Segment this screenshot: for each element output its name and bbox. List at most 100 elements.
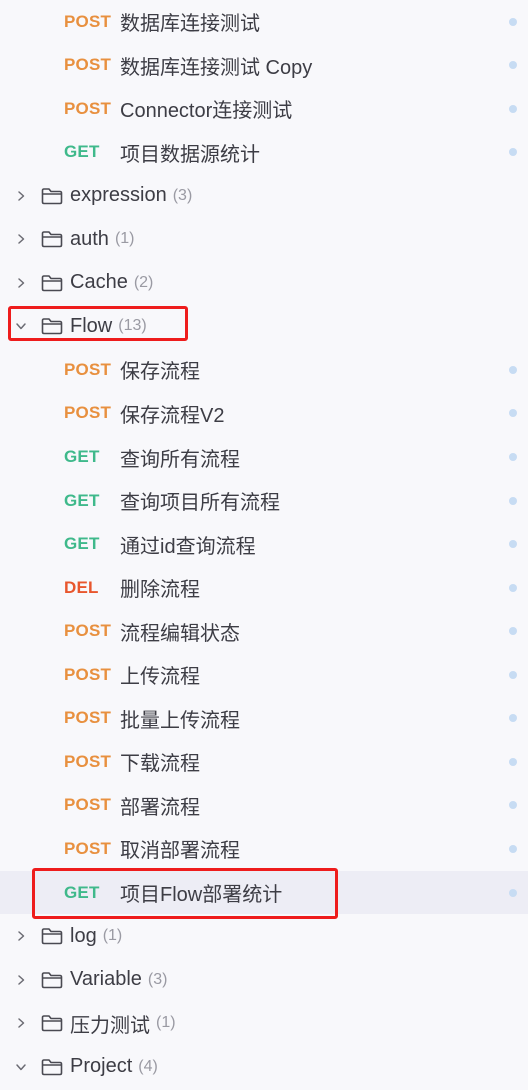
request-item[interactable]: POST 下载流程 [0, 740, 528, 783]
status-dot-icon [509, 104, 517, 113]
folder-name: auth [70, 227, 109, 250]
status-dot-icon [509, 583, 517, 592]
method-badge: POST [64, 708, 112, 728]
folder-item[interactable]: auth (1) [0, 218, 528, 261]
folder-name: Cache [70, 271, 128, 294]
status-dot-icon [509, 453, 517, 461]
folder-count: (4) [138, 1057, 158, 1075]
chevron-right-icon[interactable] [14, 189, 40, 203]
method-badge: POST [64, 359, 112, 379]
folder-item[interactable]: 压力测试 (1) [0, 1002, 528, 1045]
method-badge: POST [64, 664, 112, 684]
method-badge: POST [64, 838, 112, 858]
folder-name: log [70, 924, 97, 947]
method-badge: GET [64, 534, 100, 554]
status-dot-icon [509, 409, 517, 418]
status-dot-icon [509, 888, 517, 897]
request-item[interactable]: GET 项目数据源统计 [0, 131, 528, 174]
status-dot-icon [509, 365, 517, 374]
chevron-right-icon[interactable] [14, 276, 40, 290]
request-item[interactable]: POST Connector连接测试 [0, 87, 528, 130]
folder-count: (1) [156, 1014, 176, 1032]
request-name: 保存流程 [120, 361, 200, 384]
chevron-down-icon[interactable] [14, 1060, 40, 1074]
status-dot-icon [509, 17, 517, 26]
folder-name: 压力测试 [70, 1014, 150, 1037]
request-name: 部署流程 [120, 796, 200, 819]
folder-icon [40, 273, 68, 293]
folder-name: Variable [70, 968, 142, 991]
chevron-right-icon[interactable] [14, 973, 40, 987]
request-item[interactable]: POST 部署流程 [0, 784, 528, 827]
folder-icon [40, 926, 68, 946]
request-item[interactable]: GET 查询项目所有流程 [0, 479, 528, 522]
method-badge: POST [64, 751, 112, 771]
request-item[interactable]: POST 取消部署流程 [0, 827, 528, 870]
status-dot-icon [509, 714, 517, 723]
method-badge: POST [64, 55, 112, 75]
folder-item[interactable]: Project (4) [0, 1045, 528, 1088]
folder-item[interactable]: Variable (3) [0, 958, 528, 1001]
highlight-box-request [32, 868, 338, 919]
request-name: 数据库连接测试 [120, 13, 260, 35]
request-name: 上传流程 [120, 666, 200, 689]
method-badge: GET [64, 142, 100, 162]
folder-name: Project [70, 1055, 133, 1078]
request-name: Connector连接测试 [120, 100, 293, 123]
method-badge: GET [64, 490, 100, 510]
request-name: 保存流程V2 [120, 404, 225, 427]
method-badge: POST [64, 98, 112, 118]
request-item[interactable]: GET 查询所有流程 [0, 436, 528, 479]
folder-count: (3) [147, 970, 168, 988]
folder-item[interactable]: Cache (2) [0, 261, 528, 304]
status-dot-icon [509, 148, 517, 157]
status-dot-icon [509, 801, 517, 810]
request-name: 删除流程 [120, 579, 200, 602]
request-name: 批量上传流程 [120, 709, 240, 732]
status-dot-icon [509, 670, 517, 679]
folder-name: expression [70, 184, 167, 207]
request-item[interactable]: POST 保存流程V2 [0, 392, 528, 435]
request-name: 下载流程 [120, 753, 200, 776]
request-name: 通过id查询流程 [120, 535, 256, 558]
request-item[interactable]: POST 数据库连接测试 Copy [0, 44, 528, 87]
status-dot-icon [509, 496, 517, 505]
status-dot-icon [509, 61, 517, 70]
folder-icon [40, 1057, 68, 1077]
request-item[interactable]: POST 批量上传流程 [0, 697, 528, 740]
method-badge: POST [64, 11, 112, 31]
folder-count: (1) [114, 230, 135, 248]
folder-icon [40, 186, 68, 206]
request-name: 数据库连接测试 Copy [120, 56, 313, 79]
folder-item[interactable]: expression (3) [0, 174, 528, 217]
request-item[interactable]: GET 通过id查询流程 [0, 523, 528, 566]
status-dot-icon [509, 627, 517, 636]
status-dot-icon [509, 757, 517, 766]
chevron-right-icon[interactable] [14, 232, 40, 246]
folder-count: (1) [102, 927, 123, 945]
request-item[interactable]: POST 流程编辑状态 [0, 610, 528, 653]
method-badge: POST [64, 621, 112, 641]
request-item[interactable]: POST 保存流程 [0, 348, 528, 391]
request-name: 流程编辑状态 [120, 622, 240, 645]
request-item[interactable]: POST 上传流程 [0, 653, 528, 696]
folder-item[interactable]: log (1) [0, 915, 528, 958]
chevron-right-icon[interactable] [14, 929, 40, 943]
folder-count: (2) [133, 273, 154, 291]
method-badge: GET [64, 447, 100, 466]
folder-icon [40, 970, 68, 990]
request-name: 查询项目所有流程 [120, 492, 280, 515]
folder-count: (3) [172, 186, 193, 204]
request-item[interactable]: DEL 删除流程 [0, 566, 528, 609]
chevron-right-icon[interactable] [14, 1016, 40, 1030]
highlight-box-folder [8, 305, 188, 341]
method-badge: POST [64, 403, 112, 423]
request-name: 项目数据源统计 [120, 143, 260, 166]
method-badge: DEL [64, 577, 99, 597]
folder-icon [40, 1013, 68, 1033]
request-name: 查询所有流程 [120, 448, 240, 471]
status-dot-icon [509, 540, 517, 549]
request-item[interactable]: POST 数据库连接测试 [0, 0, 528, 43]
method-badge: POST [64, 795, 112, 815]
folder-icon [40, 229, 68, 249]
